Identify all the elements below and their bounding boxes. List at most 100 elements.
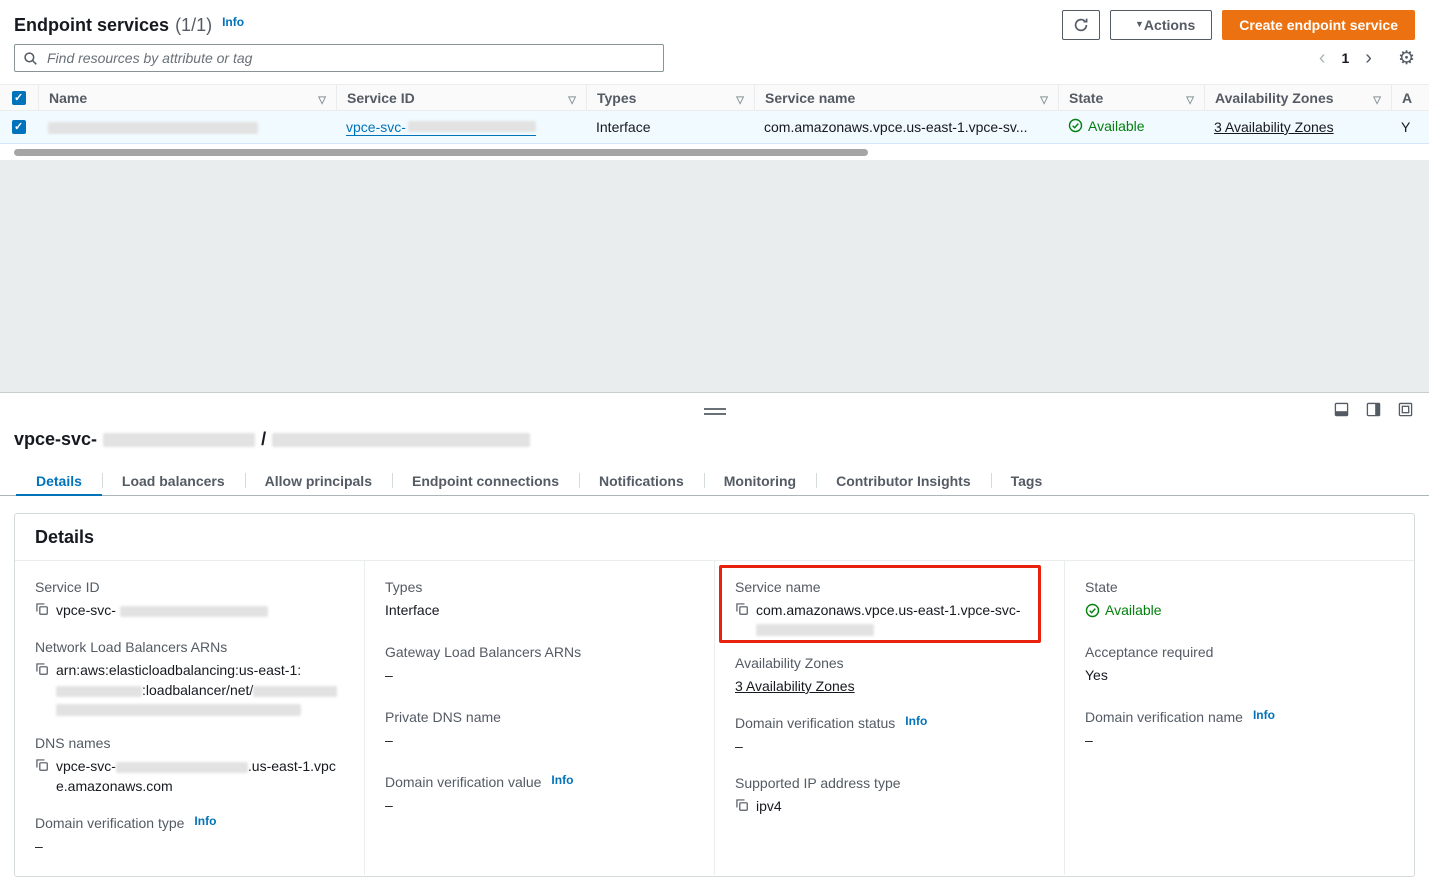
- tab-load-balancers[interactable]: Load balancers: [102, 466, 245, 495]
- field-service-id: Service ID vpce-svc-: [35, 579, 344, 620]
- aws-endpoint-services-page: { "labels": { "info": "Info", "dash": "–…: [0, 0, 1429, 886]
- row-availability-zones-cell: 3 Availability Zones: [1204, 119, 1391, 135]
- tab-details[interactable]: Details: [16, 466, 102, 495]
- row-name-cell: [38, 119, 336, 135]
- copy-icon[interactable]: [35, 602, 49, 616]
- column-header-service-name[interactable]: Service name: [754, 85, 1058, 110]
- header-info-link[interactable]: Info: [222, 15, 244, 29]
- filter-icon[interactable]: [310, 90, 326, 106]
- refresh-icon: [1073, 17, 1089, 33]
- details-card-body: Service ID vpce-svc- Network Load: [15, 561, 1414, 875]
- column-header-state[interactable]: State: [1058, 85, 1204, 110]
- details-card: Details Service ID vpce-svc-: [14, 513, 1415, 877]
- field-dns-names: DNS names vpce-svc-.us-east-1.vpce.amazo…: [35, 735, 344, 796]
- copy-icon[interactable]: [735, 798, 749, 812]
- field-types: Types Interface: [385, 579, 694, 620]
- table-row[interactable]: vpce-svc- Interface com.amazonaws.vpce.u…: [0, 111, 1429, 144]
- column-header-service-id[interactable]: Service ID: [336, 85, 586, 110]
- filter-icon[interactable]: [1365, 90, 1381, 106]
- filter-icon[interactable]: [1032, 90, 1048, 106]
- endpoint-services-list-panel: Endpoint services (1/1) Info Actions Cre…: [0, 0, 1429, 160]
- field-domain-verification-status: Domain verification status Info –: [735, 715, 1044, 756]
- search-icon: [23, 51, 38, 66]
- row-state-cell: Available: [1058, 118, 1204, 137]
- tab-endpoint-connections[interactable]: Endpoint connections: [392, 466, 579, 495]
- field-domain-verification-value: Domain verification value Info –: [385, 774, 694, 815]
- status-badge: Available: [1085, 600, 1162, 620]
- service-id-link[interactable]: vpce-svc-: [346, 119, 536, 136]
- pagination-prev-icon[interactable]: [1317, 48, 1328, 68]
- panel-position-side-icon[interactable]: [1366, 402, 1381, 417]
- availability-zones-link[interactable]: 3 Availability Zones: [1214, 119, 1334, 135]
- info-link[interactable]: Info: [194, 814, 216, 828]
- check-circle-icon: [1085, 603, 1100, 618]
- column-header-acceptance[interactable]: A: [1391, 85, 1429, 110]
- tab-contributor-insights[interactable]: Contributor Insights: [816, 466, 991, 495]
- row-checkbox-cell: [0, 120, 38, 134]
- settings-gear-icon[interactable]: [1398, 47, 1415, 70]
- search-row: 1: [14, 44, 1415, 72]
- filter-icon[interactable]: [560, 90, 576, 106]
- check-circle-icon: [1068, 118, 1083, 133]
- field-service-name: Service name com.amazonaws.vpce.us-east-…: [735, 579, 1044, 636]
- pagination-next-icon[interactable]: [1363, 48, 1374, 68]
- tab-notifications[interactable]: Notifications: [579, 466, 704, 495]
- refresh-button[interactable]: [1062, 10, 1100, 40]
- redacted-name: [48, 122, 258, 134]
- field-glb-arns: Gateway Load Balancers ARNs –: [385, 644, 694, 685]
- search-box: [14, 44, 664, 72]
- tab-tags[interactable]: Tags: [991, 466, 1063, 495]
- select-all-checkbox-cell: [0, 85, 38, 110]
- page-header: Endpoint services (1/1) Info Actions Cre…: [14, 8, 1415, 42]
- panel-position-bottom-icon[interactable]: [1334, 402, 1349, 417]
- redacted-value: [120, 606, 268, 617]
- redacted-value-line: [56, 704, 301, 716]
- details-column-1: Service ID vpce-svc- Network Load: [15, 561, 364, 875]
- pagination: 1: [1317, 47, 1415, 70]
- field-domain-verification-name: Domain verification name Info –: [1085, 709, 1394, 750]
- redacted-title-name: [272, 433, 530, 447]
- filter-icon[interactable]: [728, 90, 744, 106]
- row-service-name-cell: com.amazonaws.vpce.us-east-1.vpce-sv...: [754, 119, 1058, 135]
- split-panel-resize-handle[interactable]: [704, 408, 726, 415]
- redacted-value: [56, 686, 142, 697]
- row-acceptance-cell: Y: [1391, 119, 1429, 135]
- tab-monitoring[interactable]: Monitoring: [704, 466, 816, 495]
- selected-resource-title: vpce-svc- /: [14, 429, 530, 450]
- filter-icon[interactable]: [1178, 90, 1194, 106]
- details-card-title: Details: [15, 514, 1414, 561]
- redacted-service-id: [408, 121, 536, 132]
- split-panel-gap: [0, 160, 1429, 393]
- field-acceptance-required: Acceptance required Yes: [1085, 644, 1394, 685]
- column-header-availability-zones[interactable]: Availability Zones: [1204, 85, 1391, 110]
- info-link[interactable]: Info: [1253, 708, 1275, 722]
- search-input[interactable]: [45, 49, 655, 67]
- details-column-4: State Available: [1064, 561, 1414, 875]
- info-link[interactable]: Info: [905, 714, 927, 728]
- actions-button[interactable]: Actions: [1110, 10, 1212, 40]
- resource-count: (1/1): [175, 15, 212, 36]
- field-availability-zones: Availability Zones 3 Availability Zones: [735, 655, 1044, 696]
- horizontal-scrollbar[interactable]: [14, 149, 868, 156]
- row-checkbox[interactable]: [12, 120, 26, 134]
- table-header-row: Name Service ID Types Service name State…: [0, 84, 1429, 111]
- column-header-types[interactable]: Types: [586, 85, 754, 110]
- redacted-value: [253, 686, 337, 697]
- create-endpoint-service-button[interactable]: Create endpoint service: [1222, 10, 1415, 40]
- status-badge: Available: [1068, 118, 1145, 134]
- info-link[interactable]: Info: [551, 773, 573, 787]
- tab-allow-principals[interactable]: Allow principals: [245, 466, 392, 495]
- redacted-value: [116, 762, 248, 773]
- split-panel-layout-controls: [1334, 402, 1413, 417]
- availability-zones-link[interactable]: 3 Availability Zones: [735, 676, 855, 696]
- column-header-name[interactable]: Name: [38, 85, 336, 110]
- panel-fullscreen-icon[interactable]: [1398, 402, 1413, 417]
- select-all-checkbox[interactable]: [12, 91, 26, 105]
- copy-icon[interactable]: [35, 758, 49, 772]
- field-nlb-arns: Network Load Balancers ARNs arn:aws:elas…: [35, 639, 344, 716]
- redacted-title-id: [103, 433, 255, 447]
- redacted-value-line: [756, 624, 874, 636]
- copy-icon[interactable]: [735, 602, 749, 616]
- copy-icon[interactable]: [35, 662, 49, 676]
- page-title: Endpoint services: [14, 15, 169, 36]
